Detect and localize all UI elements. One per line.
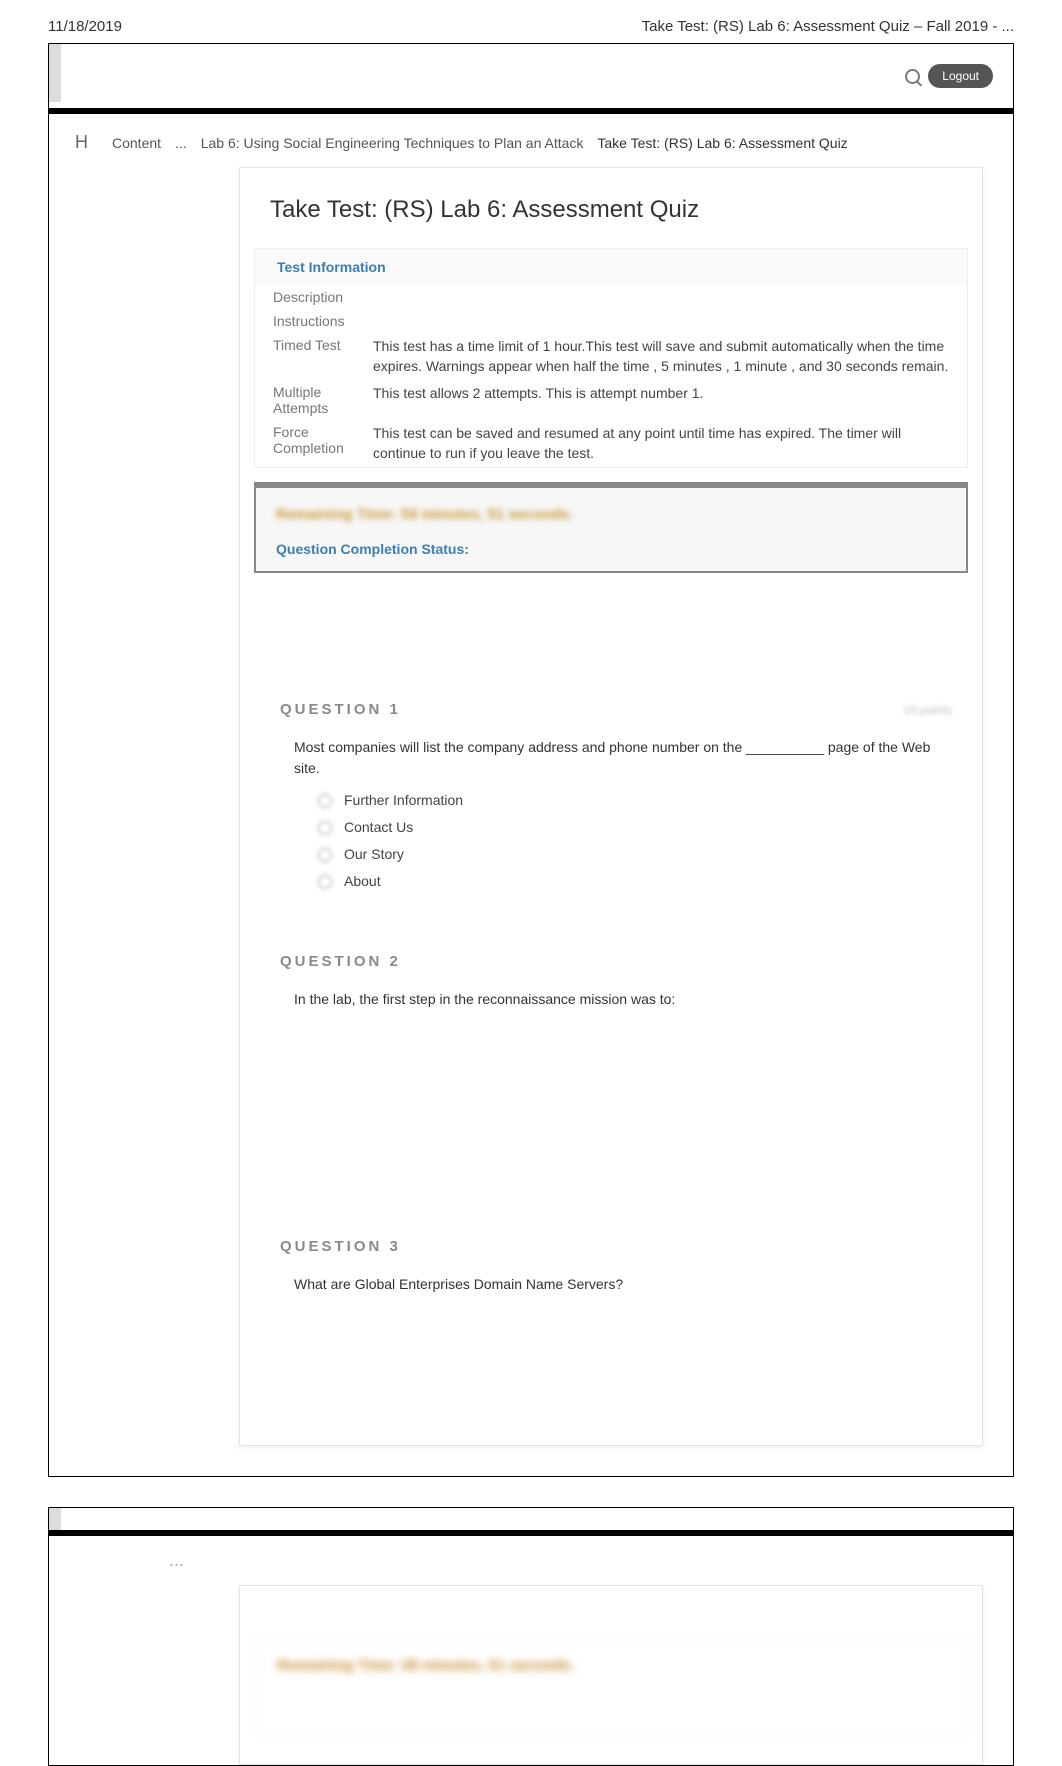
info-label: Multiple Attempts	[273, 384, 373, 416]
question-text: Most companies will list the company add…	[294, 737, 938, 779]
question-header: QUESTION 1 10 points	[280, 693, 952, 727]
info-row-timed: Timed Test This test has a time limit of…	[255, 333, 967, 380]
top-bar: Logout	[49, 44, 1013, 114]
option-row[interactable]: Contact Us	[294, 814, 938, 841]
option-label: About	[344, 871, 381, 892]
question-header: QUESTION 3	[280, 1230, 952, 1264]
radio-icon[interactable]	[318, 875, 332, 889]
breadcrumb-home[interactable]: H	[75, 132, 88, 153]
breadcrumb-lab[interactable]: Lab 6: Using Social Engineering Techniqu…	[201, 135, 584, 151]
option-row[interactable]: About	[294, 868, 938, 895]
question-body: What are Global Enterprises Domain Name …	[280, 1264, 952, 1415]
question-2: QUESTION 2 In the lab, the first step in…	[280, 945, 952, 1190]
question-title: QUESTION 3	[280, 1238, 401, 1255]
info-row-instructions: Instructions	[255, 309, 967, 333]
info-value: This test allows 2 attempts. This is att…	[373, 384, 949, 416]
radio-icon[interactable]	[318, 794, 332, 808]
info-label: Instructions	[273, 313, 373, 329]
breadcrumb: H Content ... Lab 6: Using Social Engine…	[49, 114, 1013, 167]
test-information-block: Test Information Description Instruction…	[254, 248, 968, 468]
logout-button[interactable]: Logout	[928, 64, 993, 88]
blurred-options	[294, 1295, 938, 1405]
info-label: Force Completion	[273, 424, 373, 463]
radio-icon[interactable]	[318, 821, 332, 835]
info-label: Description	[273, 289, 373, 305]
breadcrumb-current: Take Test: (RS) Lab 6: Assessment Quiz	[597, 135, 847, 151]
document-title: Take Test: (RS) Lab 6: Assessment Quiz –…	[642, 18, 1014, 35]
page-frame-2: ... Remaining Time: 59 minutes, 51 secon…	[48, 1507, 1014, 1766]
info-value: This test can be saved and resumed at an…	[373, 424, 949, 463]
question-3: QUESTION 3 What are Global Enterprises D…	[280, 1230, 952, 1415]
question-title: QUESTION 1	[280, 701, 401, 718]
info-value	[373, 313, 949, 329]
question-body: In the lab, the first step in the reconn…	[280, 979, 952, 1190]
content-body: Take Test: (RS) Lab 6: Assessment Quiz T…	[49, 167, 1013, 1476]
question-text: In the lab, the first step in the reconn…	[294, 989, 938, 1010]
question-text: What are Global Enterprises Domain Name …	[294, 1274, 938, 1295]
option-row[interactable]: Further Information	[294, 787, 938, 814]
question-body: Most companies will list the company add…	[280, 727, 952, 905]
info-value	[373, 289, 949, 305]
question-header: QUESTION 2	[280, 945, 952, 979]
info-label: Timed Test	[273, 337, 373, 376]
info-value: This test has a time limit of 1 hour.Thi…	[373, 337, 949, 376]
question-options: Further Information Contact Us Our Story	[294, 787, 938, 895]
question-completion-status: Question Completion Status:	[276, 541, 946, 557]
option-label: Further Information	[344, 790, 463, 811]
quiz-panel: Take Test: (RS) Lab 6: Assessment Quiz T…	[239, 167, 983, 1446]
option-label: Our Story	[344, 844, 404, 865]
timer-block: Remaining Time: 59 minutes, 51 seconds. …	[254, 482, 968, 573]
question-title: QUESTION 2	[280, 953, 401, 970]
question-points: 10 points	[903, 703, 952, 717]
blurred-content: Remaining Time: 59 minutes, 51 seconds.	[256, 1636, 966, 1736]
option-label: Contact Us	[344, 817, 413, 838]
quiz-panel-2: Remaining Time: 59 minutes, 51 seconds.	[239, 1585, 983, 1765]
top-bar-2	[49, 1508, 1013, 1536]
radio-icon[interactable]	[318, 848, 332, 862]
info-row-attempts: Multiple Attempts This test allows 2 att…	[255, 380, 967, 420]
document-header: 11/18/2019 Take Test: (RS) Lab 6: Assess…	[0, 0, 1062, 43]
points-text: 10 points	[903, 703, 952, 717]
document-date: 11/18/2019	[48, 18, 122, 35]
blurred-text: Remaining Time: 59 minutes, 51 seconds.	[277, 1657, 945, 1674]
question-1: QUESTION 1 10 points Most companies will…	[280, 693, 952, 905]
breadcrumb-separator: ...	[175, 135, 187, 151]
page-frame: Logout H Content ... Lab 6: Using Social…	[48, 43, 1014, 1477]
timer-text: Remaining Time: 59 minutes, 51 seconds.	[276, 506, 946, 523]
test-information-header[interactable]: Test Information	[255, 249, 967, 285]
blurred-options	[294, 1020, 938, 1180]
option-row[interactable]: Our Story	[294, 841, 938, 868]
info-row-force: Force Completion This test can be saved …	[255, 420, 967, 467]
info-row-description: Description	[255, 285, 967, 309]
breadcrumb-content[interactable]: Content	[112, 135, 161, 151]
page-title: Take Test: (RS) Lab 6: Assessment Quiz	[240, 168, 982, 248]
search-icon[interactable]	[905, 69, 920, 84]
